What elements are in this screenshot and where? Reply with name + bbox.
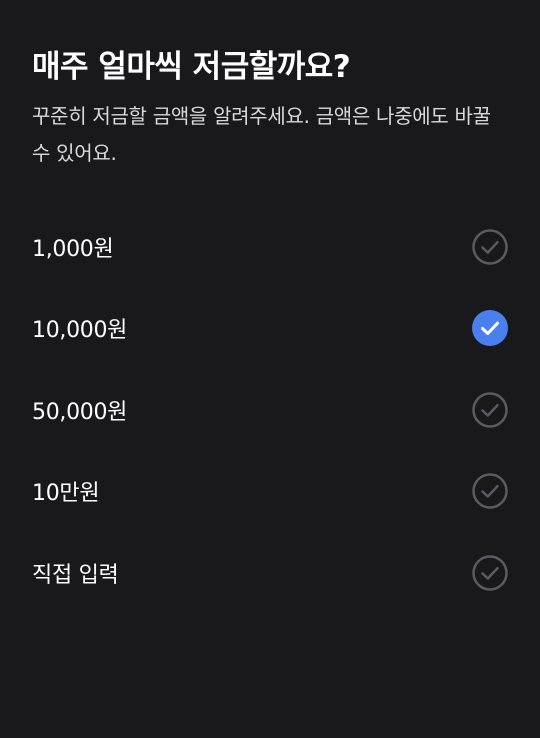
check-circle-icon [472,555,508,591]
check-circle-icon [472,473,508,509]
check-circle-icon [472,392,508,428]
option-label: 직접 입력 [32,562,119,588]
option-label: 50,000원 [32,399,128,425]
amount-option-100000[interactable]: 10만원 [32,451,508,533]
option-label: 10,000원 [32,318,128,344]
amount-option-50000[interactable]: 50,000원 [32,369,508,451]
option-label: 1,000원 [32,236,114,262]
check-circle-icon [472,310,508,347]
amount-option-list: 1,000원 10,000원 50,000원 10만원 직접 입력 [32,206,508,614]
page-title: 매주 얼마씩 저금할까요? [32,49,351,85]
amount-option-10000[interactable]: 10,000원 [32,288,508,370]
savings-amount-sheet: 매주 얼마씩 저금할까요? 꾸준히 저금할 금액을 알려주세요. 금액은 나중에… [0,0,540,738]
option-label: 10만원 [32,481,100,507]
amount-option-custom[interactable]: 직접 입력 [32,532,508,614]
check-circle-icon [472,229,508,265]
page-subtitle: 꾸준히 저금할 금액을 알려주세요. 금액은 나중에도 바꿀 수 있어요. [32,104,491,165]
amount-option-1000[interactable]: 1,000원 [32,206,508,288]
